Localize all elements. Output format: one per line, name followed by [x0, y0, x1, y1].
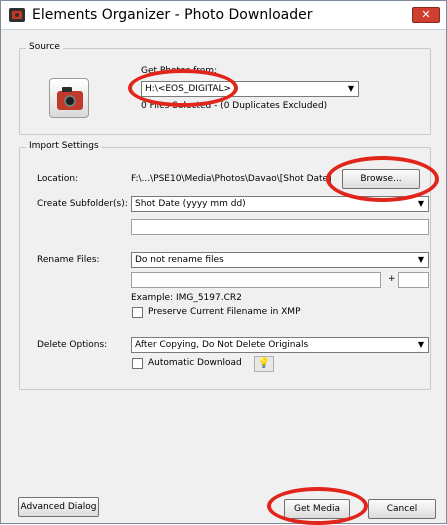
- example-filename: Example: IMG_5197.CR2: [131, 293, 242, 303]
- subfolder-label: Create Subfolder(s):: [37, 199, 128, 209]
- rename-files-value: Do not rename files: [135, 255, 224, 265]
- source-device-select[interactable]: H:\<EOS_DIGITAL> ▼: [141, 81, 359, 97]
- automatic-download-checkbox[interactable]: [132, 358, 143, 369]
- close-button[interactable]: ✕: [412, 7, 440, 23]
- camera-icon: [49, 78, 89, 118]
- advanced-dialog-button[interactable]: Advanced Dialog: [18, 497, 99, 517]
- location-label: Location:: [37, 174, 79, 184]
- get-photos-label: Get Photos from:: [141, 66, 218, 76]
- get-media-button[interactable]: Get Media: [284, 499, 350, 519]
- browse-button[interactable]: Browse...: [342, 169, 420, 189]
- delete-options-value: After Copying, Do Not Delete Originals: [135, 340, 309, 350]
- lightbulb-icon: 💡: [257, 358, 271, 369]
- delete-options-select[interactable]: After Copying, Do Not Delete Originals ▼: [131, 337, 429, 353]
- subfolder-value: Shot Date (yyyy mm dd): [135, 199, 246, 209]
- rename-files-select[interactable]: Do not rename files ▼: [131, 252, 429, 268]
- rename-files-label: Rename Files:: [37, 255, 100, 265]
- window-title: Elements Organizer - Photo Downloader: [32, 7, 313, 23]
- close-icon: ✕: [421, 8, 431, 21]
- app-icon: [9, 8, 25, 22]
- plus-sign: +: [388, 274, 396, 284]
- files-selected-status: 0 Files Selected - (0 Duplicates Exclude…: [141, 101, 328, 111]
- custom-subfolder-input[interactable]: [131, 219, 429, 235]
- cancel-button[interactable]: Cancel: [368, 499, 436, 519]
- tip-button[interactable]: 💡: [254, 356, 274, 372]
- rename-number-input[interactable]: [398, 272, 429, 288]
- preserve-filename-checkbox[interactable]: [132, 307, 143, 318]
- rename-name-input[interactable]: [131, 272, 381, 288]
- photo-downloader-window: Elements Organizer - Photo Downloader ✕ …: [0, 0, 447, 525]
- title-bar: Elements Organizer - Photo Downloader ✕: [1, 1, 446, 30]
- source-device-value: H:\<EOS_DIGITAL>: [145, 84, 232, 94]
- chevron-down-icon: ▼: [417, 255, 425, 264]
- chevron-down-icon: ▼: [417, 199, 425, 208]
- delete-options-label: Delete Options:: [37, 340, 108, 350]
- chevron-down-icon: ▼: [347, 84, 355, 93]
- chevron-down-icon: ▼: [417, 340, 425, 349]
- location-path: F:\...\PSE10\Media\Photos\Davao\[Shot Da…: [131, 174, 332, 184]
- subfolder-select[interactable]: Shot Date (yyyy mm dd) ▼: [131, 196, 429, 212]
- import-settings-group-label: Import Settings: [26, 141, 102, 151]
- source-group-label: Source: [26, 42, 63, 52]
- automatic-download-label: Automatic Download: [148, 358, 242, 368]
- preserve-filename-label: Preserve Current Filename in XMP: [148, 307, 301, 317]
